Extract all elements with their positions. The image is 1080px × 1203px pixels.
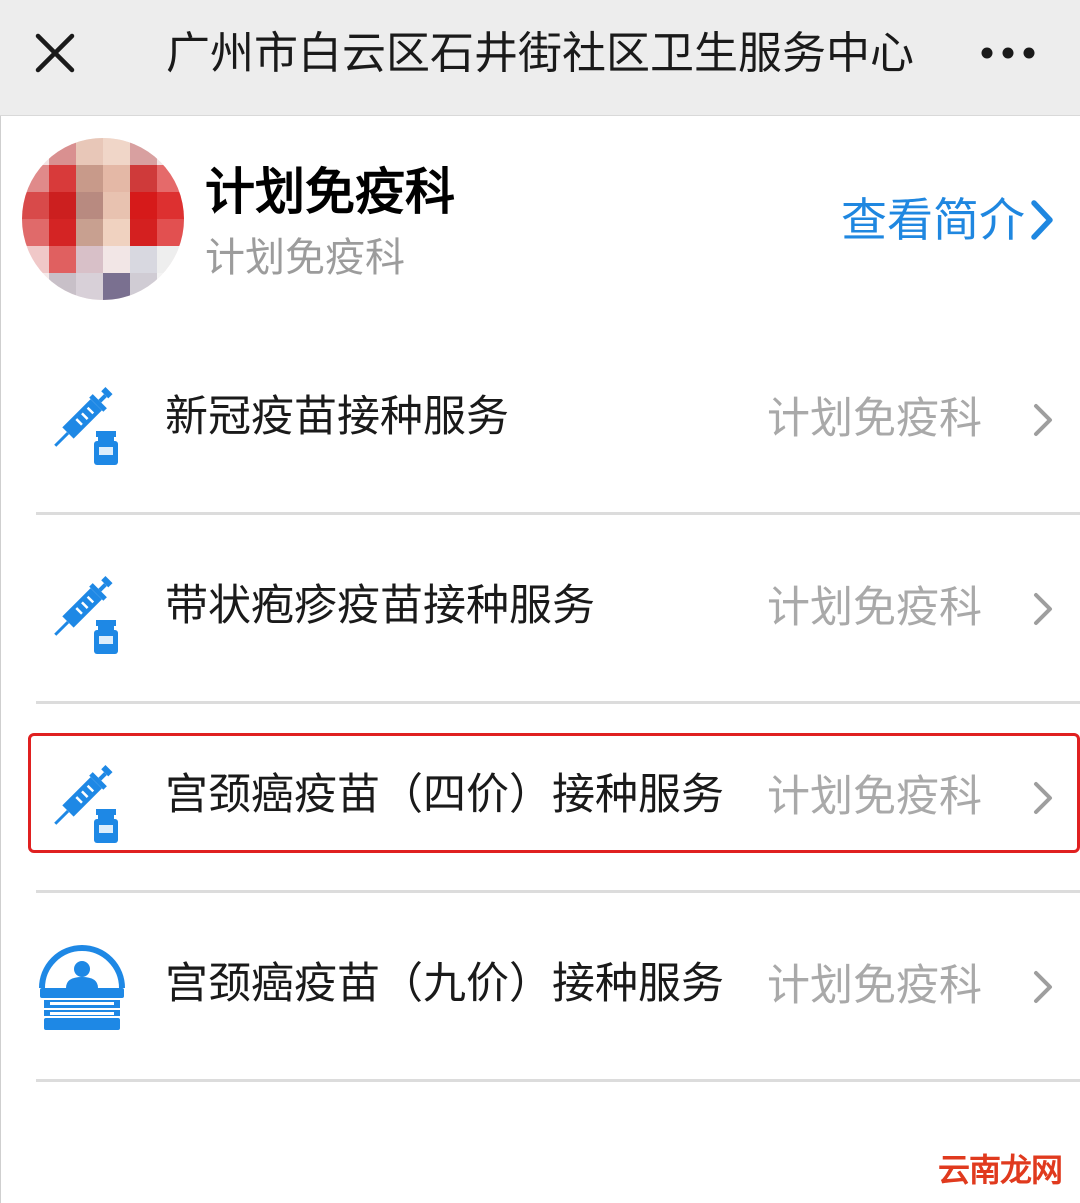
view-intro-label: 查看简介 — [841, 193, 1025, 247]
syringe-vial-icon — [54, 765, 118, 843]
chevron-right-icon — [1034, 404, 1052, 436]
service-row-shingles-vaccine[interactable]: 带状疱疹疫苗接种服务 计划免疫科 — [0, 514, 1080, 702]
service-title: 带状疱疹疫苗接种服务 — [165, 581, 595, 631]
department-title: 计划免疫科 — [205, 163, 455, 221]
service-row-covid-vaccine[interactable]: 新冠疫苗接种服务 计划免疫科 — [0, 325, 1080, 513]
department-subtitle: 计划免疫科 — [205, 235, 405, 281]
chevron-right-icon — [1034, 971, 1052, 1003]
service-title: 宫颈癌疫苗（九价）接种服务 — [165, 959, 724, 1009]
service-department: 计划免疫科 — [767, 772, 982, 822]
row-divider — [36, 1079, 1080, 1082]
chevron-right-icon — [1034, 593, 1052, 625]
watermark: 云南龙网 — [937, 1151, 1063, 1189]
department-avatar — [22, 138, 184, 300]
department-header: 计划免疫科 计划免疫科 查看简介 — [0, 116, 1080, 316]
service-department: 计划免疫科 — [767, 583, 982, 633]
page-title: 广州市白云区石井街社区卫生服务中心 — [166, 28, 914, 79]
service-row-hpv-9-vaccine[interactable]: 宫颈癌疫苗（九价）接种服务 计划免疫科 — [0, 892, 1080, 1080]
service-title: 新冠疫苗接种服务 — [165, 392, 509, 442]
top-navigation-bar: 广州市白云区石井街社区卫生服务中心 — [0, 0, 1080, 116]
chevron-right-icon — [1034, 782, 1052, 814]
close-icon[interactable] — [30, 28, 80, 78]
service-desk-icon — [39, 945, 125, 1030]
service-title: 宫颈癌疫苗（四价）接种服务 — [165, 770, 724, 820]
service-department: 计划免疫科 — [767, 961, 982, 1011]
more-icon[interactable] — [975, 28, 1045, 78]
service-row-hpv-4-vaccine[interactable]: 宫颈癌疫苗（四价）接种服务 计划免疫科 — [0, 703, 1080, 891]
syringe-vial-icon — [54, 576, 118, 654]
syringe-vial-icon — [54, 387, 118, 465]
view-intro-link[interactable]: 查看简介 — [841, 190, 1055, 250]
service-department: 计划免疫科 — [767, 394, 982, 444]
chevron-right-icon — [1031, 200, 1053, 240]
